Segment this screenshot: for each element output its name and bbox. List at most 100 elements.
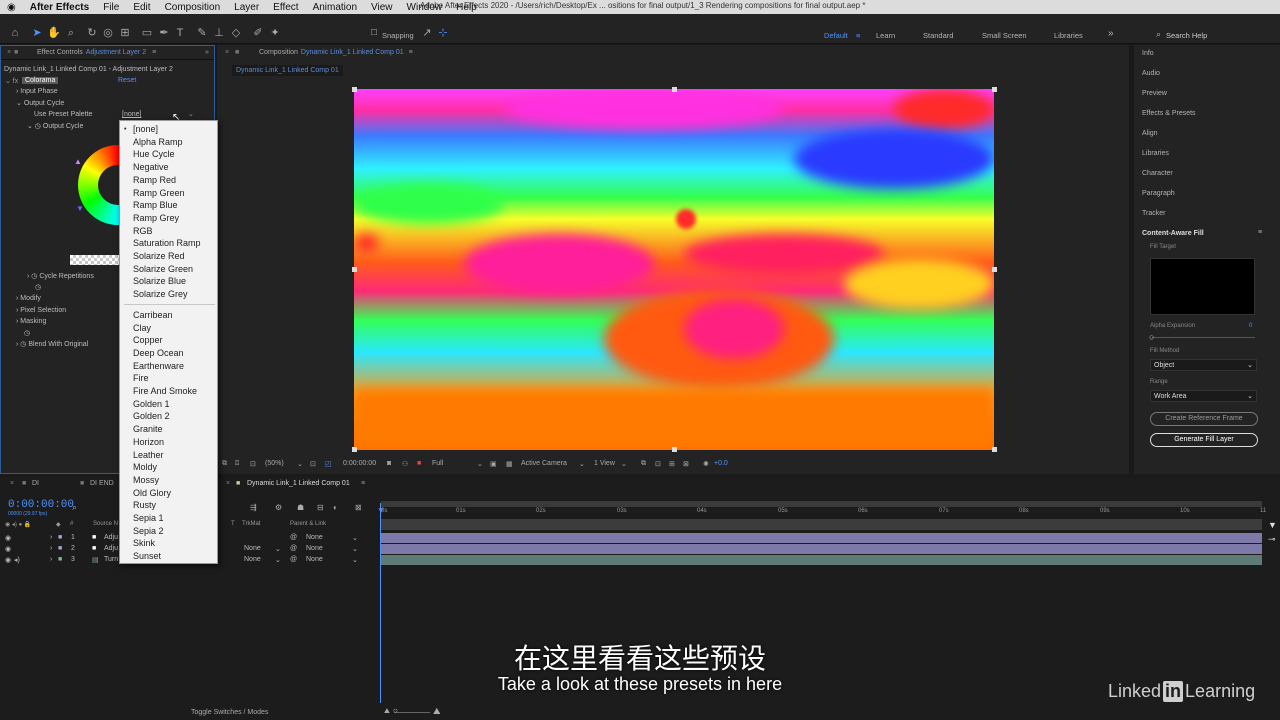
motion-blur-icon[interactable]: ◐ bbox=[333, 503, 338, 512]
panel-align[interactable]: Align bbox=[1142, 130, 1158, 137]
close-tab-icon[interactable]: × bbox=[226, 480, 230, 487]
show-snapshot-icon[interactable]: ⚇ bbox=[402, 460, 408, 468]
exposure-value[interactable]: +0.0 bbox=[714, 460, 728, 467]
range-select[interactable]: Work Area ⌄ bbox=[1150, 390, 1257, 402]
workspace-default[interactable]: Default bbox=[824, 31, 848, 40]
workspace-learn[interactable]: Learn bbox=[876, 31, 895, 40]
selection-tool-icon[interactable]: ➤ bbox=[30, 26, 44, 40]
preset-palette-select[interactable]: [none] bbox=[122, 111, 141, 118]
parent-select[interactable]: None bbox=[306, 545, 323, 552]
magnification-select[interactable]: (50%) bbox=[265, 460, 284, 467]
effect-controls-tab[interactable]: × ■ Effect Controls Adjustment Layer 2 ≡… bbox=[1, 46, 214, 60]
menu-effect[interactable]: Effect bbox=[266, 2, 305, 13]
preset-option[interactable]: Ramp Green bbox=[133, 188, 185, 198]
content-aware-fill-title[interactable]: Content-Aware Fill bbox=[1142, 230, 1204, 237]
timeline-timecode[interactable]: 0:00:00:00 bbox=[8, 499, 74, 511]
preset-option[interactable]: Golden 2 bbox=[133, 411, 170, 421]
panel-libraries[interactable]: Libraries bbox=[1142, 150, 1169, 157]
panel-info[interactable]: Info bbox=[1142, 50, 1154, 57]
transform-handle[interactable] bbox=[992, 87, 997, 92]
chevron-down-icon[interactable]: ⌄ bbox=[275, 556, 281, 564]
preset-option[interactable]: Solarize Red bbox=[133, 251, 185, 261]
preset-option[interactable]: Sepia 2 bbox=[133, 526, 164, 536]
pixel-selection-group[interactable]: › Pixel Selection bbox=[16, 307, 66, 314]
menu-layer[interactable]: Layer bbox=[227, 2, 266, 13]
current-time[interactable]: 0:00:00:00 bbox=[343, 460, 376, 467]
preset-option[interactable]: Mossy bbox=[133, 475, 159, 485]
menu-edit[interactable]: Edit bbox=[126, 2, 157, 13]
create-reference-frame-button[interactable]: Create Reference Frame bbox=[1150, 412, 1258, 426]
resolution-select[interactable]: Full bbox=[432, 460, 443, 467]
close-tab-icon[interactable]: × bbox=[225, 49, 229, 56]
colorama-effect-name[interactable]: Colorama bbox=[22, 77, 59, 84]
workspace-standard[interactable]: Standard bbox=[923, 31, 953, 40]
workspace-small-screen[interactable]: Small Screen bbox=[982, 31, 1027, 40]
camera-view-select[interactable]: Active Camera bbox=[521, 460, 567, 467]
preset-option[interactable]: Ramp Blue bbox=[133, 200, 178, 210]
comp-flowchart-tab[interactable]: Dynamic Link_1 Linked Comp 01 bbox=[232, 65, 343, 76]
frame-blending-icon[interactable]: ⊟ bbox=[317, 503, 324, 512]
expand-layer-icon[interactable]: › bbox=[50, 556, 52, 563]
snap-options-icon[interactable]: ⊹ bbox=[436, 26, 450, 40]
always-preview-icon[interactable]: ⧉ bbox=[222, 460, 227, 468]
snap-icon[interactable]: ↗ bbox=[420, 26, 434, 40]
timeline-tab-active-comp[interactable]: Dynamic Link_1 Linked Comp 01 bbox=[247, 480, 350, 487]
chevron-down-icon[interactable]: ⌄ bbox=[352, 545, 358, 553]
pickwhip-icon[interactable]: @ bbox=[290, 545, 297, 552]
blend-group[interactable]: › ◷ Blend With Original bbox=[16, 340, 88, 348]
zoom-tool-icon[interactable]: ⌕ bbox=[64, 26, 78, 40]
scroll-handle-icon[interactable]: ▼ bbox=[1268, 520, 1277, 530]
toggle-switches-modes[interactable]: Toggle Switches / Modes bbox=[191, 709, 268, 716]
graph-editor-icon[interactable]: ⊠ bbox=[355, 503, 362, 512]
chevron-down-icon[interactable]: ⌄ bbox=[297, 460, 303, 468]
panel-menu-icon[interactable]: ≡ bbox=[152, 49, 156, 56]
search-help-input[interactable]: Search Help bbox=[1166, 31, 1276, 43]
chevron-down-icon[interactable]: ⌄ bbox=[621, 460, 627, 468]
eye-icon[interactable]: ◉ bbox=[5, 534, 11, 542]
input-phase-group[interactable]: › Input Phase bbox=[16, 88, 58, 95]
pickwhip-icon[interactable]: @ bbox=[290, 556, 297, 563]
alpha-expansion-value[interactable]: 0 bbox=[1249, 323, 1252, 329]
exposure-icon[interactable]: ✺ bbox=[703, 460, 709, 468]
zoom-slider-handle[interactable]: ○ bbox=[393, 706, 398, 715]
draft-3d-icon[interactable]: ⚙ bbox=[275, 503, 282, 512]
preset-option[interactable]: Sepia 1 bbox=[133, 513, 164, 523]
chevron-down-icon[interactable]: ⌄ bbox=[477, 460, 483, 468]
preset-option[interactable]: Copper bbox=[133, 335, 163, 345]
camera-tool-icon[interactable]: ◎ bbox=[101, 26, 115, 40]
flowchart-icon[interactable]: ⊠ bbox=[683, 460, 689, 468]
preset-option[interactable]: Skink bbox=[133, 538, 155, 548]
modify-group[interactable]: › Modify bbox=[16, 295, 41, 302]
parent-select[interactable]: None bbox=[306, 556, 323, 563]
search-icon[interactable]: ⌕ bbox=[1156, 29, 1161, 40]
preset-option[interactable]: Fire bbox=[133, 373, 149, 383]
menu-file[interactable]: File bbox=[96, 2, 126, 13]
fit-icon[interactable]: ⊡ bbox=[310, 460, 316, 468]
preset-option[interactable]: Rusty bbox=[133, 500, 156, 510]
shy-layers-icon[interactable]: ☗ bbox=[297, 503, 304, 512]
preset-option[interactable]: Old Glory bbox=[133, 488, 171, 498]
menu-composition[interactable]: Composition bbox=[158, 2, 228, 13]
panel-menu-icon[interactable]: ≡ bbox=[361, 480, 365, 487]
work-area-bar[interactable] bbox=[381, 501, 1262, 507]
parent-select[interactable]: None bbox=[306, 534, 323, 541]
trkmat-select[interactable]: None bbox=[244, 556, 261, 563]
panel-character[interactable]: Character bbox=[1142, 170, 1173, 177]
panel-expand-icon[interactable]: » bbox=[205, 49, 209, 56]
expand-layer-icon[interactable]: › bbox=[50, 534, 52, 541]
panel-effects-presets[interactable]: Effects & Presets bbox=[1142, 110, 1196, 117]
chevron-down-icon[interactable]: ⌄ bbox=[188, 110, 194, 118]
preset-option[interactable]: Carribean bbox=[133, 310, 173, 320]
reset-link[interactable]: Reset bbox=[118, 77, 136, 84]
panel-tracker[interactable]: Tracker bbox=[1142, 210, 1165, 217]
stopwatch-icon[interactable]: ◷ bbox=[35, 283, 41, 291]
layer-name[interactable]: Adju bbox=[104, 545, 118, 552]
preset-option[interactable]: Horizon bbox=[133, 437, 164, 447]
wheel-triangle-handle-icon[interactable]: ▲ bbox=[74, 157, 82, 166]
generate-fill-layer-button[interactable]: Generate Fill Layer bbox=[1150, 433, 1258, 447]
preset-option[interactable]: Golden 1 bbox=[133, 399, 170, 409]
transparency-grid-icon[interactable]: ▦ bbox=[506, 460, 513, 468]
search-icon[interactable]: ⌕ bbox=[72, 502, 77, 513]
chevron-down-icon[interactable]: ⌄ bbox=[275, 545, 281, 553]
channel-icon[interactable]: ■ bbox=[417, 460, 421, 467]
